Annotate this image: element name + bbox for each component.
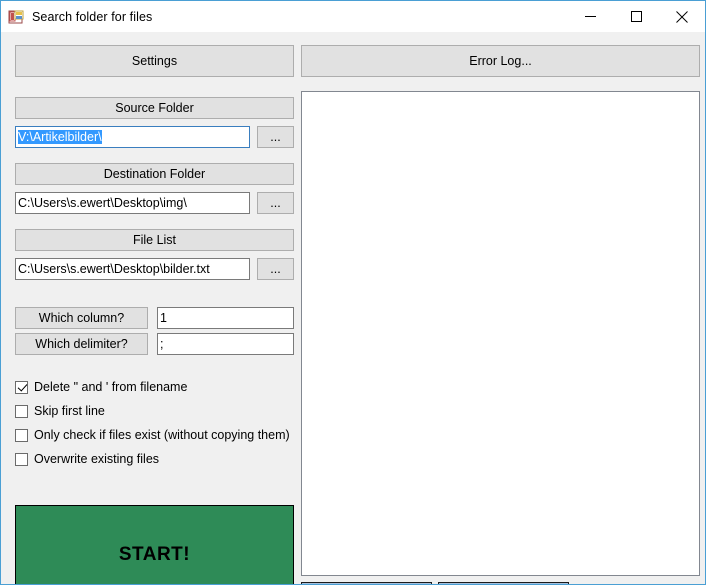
option-delete-quotes-label: Delete " and ' from filename [34, 380, 188, 394]
which-delimiter-label-button[interactable]: Which delimiter? [15, 333, 148, 355]
checkbox-overwrite-existing-icon[interactable] [15, 452, 28, 466]
which-column-value: 1 [160, 311, 167, 325]
destination-folder-value: C:\Users\s.ewert\Desktop\img\ [18, 196, 187, 210]
option-overwrite-existing-label: Overwrite existing files [34, 452, 160, 466]
source-folder-label-button[interactable]: Source Folder [15, 97, 294, 119]
application-window: Search folder for files Settings Source … [0, 0, 706, 585]
which-delimiter-value: ; [160, 337, 164, 351]
option-skip-first-line-label: Skip first line [34, 404, 105, 418]
error-log-textarea[interactable] [301, 91, 700, 576]
winforms-app-icon [8, 9, 24, 25]
option-only-check-exists[interactable]: Only check if files exist (without copyi… [15, 428, 290, 442]
destination-folder-label-button[interactable]: Destination Folder [15, 163, 294, 185]
title-bar: Search folder for files [1, 1, 705, 32]
close-icon[interactable] [659, 1, 705, 32]
which-column-input[interactable]: 1 [157, 307, 294, 329]
right-panel: Error Log... Clear Error Log Export Erro… [297, 34, 703, 584]
window-title: Search folder for files [32, 9, 153, 24]
maximize-icon[interactable] [613, 1, 659, 32]
file-list-label-button[interactable]: File List [15, 229, 294, 251]
source-folder-browse-button[interactable]: ... [257, 126, 294, 148]
file-list-input[interactable]: C:\Users\s.ewert\Desktop\bilder.txt [15, 258, 250, 280]
option-delete-quotes[interactable]: Delete " and ' from filename [15, 380, 187, 394]
window-controls [567, 1, 705, 32]
source-folder-value: V:\Artikelbilder\ [18, 130, 102, 144]
which-delimiter-input[interactable]: ; [157, 333, 294, 355]
error-log-button[interactable]: Error Log... [301, 45, 700, 77]
option-overwrite-existing[interactable]: Overwrite existing files [15, 452, 159, 466]
file-list-browse-button[interactable]: ... [257, 258, 294, 280]
settings-button[interactable]: Settings [15, 45, 294, 77]
which-column-label-button[interactable]: Which column? [15, 307, 148, 329]
minimize-icon[interactable] [567, 1, 613, 32]
left-panel: Settings Source Folder V:\Artikelbilder\… [4, 34, 294, 584]
checkbox-delete-quotes-icon[interactable] [15, 380, 28, 394]
checkbox-only-check-exists-icon[interactable] [15, 428, 28, 442]
destination-folder-browse-button[interactable]: ... [257, 192, 294, 214]
checkbox-skip-first-line-icon[interactable] [15, 404, 28, 418]
file-list-value: C:\Users\s.ewert\Desktop\bilder.txt [18, 262, 210, 276]
start-button[interactable]: START! [15, 505, 294, 584]
option-skip-first-line[interactable]: Skip first line [15, 404, 105, 418]
source-folder-input[interactable]: V:\Artikelbilder\ [15, 126, 250, 148]
option-only-check-exists-label: Only check if files exist (without copyi… [34, 428, 290, 442]
destination-folder-input[interactable]: C:\Users\s.ewert\Desktop\img\ [15, 192, 250, 214]
